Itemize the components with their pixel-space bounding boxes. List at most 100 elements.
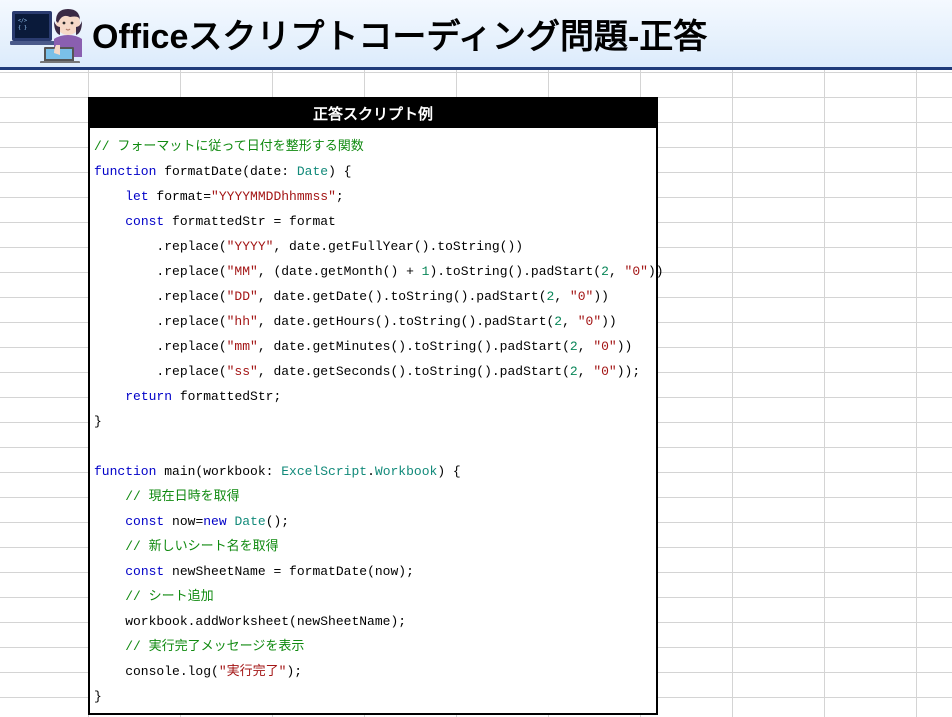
code-answer-panel: 正答スクリプト例 // フォーマットに従って日付を整形する関数 function … xyxy=(88,97,658,715)
code-line: // 実行完了メッセージを表示 xyxy=(94,634,652,659)
code-line: console.log("実行完了"); xyxy=(94,659,652,684)
code-token: "0" xyxy=(625,264,648,279)
code-token: 2 xyxy=(601,264,609,279)
code-token: , xyxy=(554,289,570,304)
code-token: now= xyxy=(164,514,203,529)
code-token: "実行完了" xyxy=(219,664,287,679)
code-line: .replace("hh", date.getHours().toString(… xyxy=(94,309,652,334)
code-token: "0" xyxy=(570,289,593,304)
code-token: Workbook xyxy=(375,464,437,479)
code-line: .replace("YYYY", date.getFullYear().toSt… xyxy=(94,234,652,259)
code-token: )) xyxy=(601,314,617,329)
avatar: </> { } xyxy=(10,5,88,63)
code-line: .replace("MM", (date.getMonth() + 1).toS… xyxy=(94,259,652,284)
code-token: formattedStr; xyxy=(172,389,281,404)
code-line: const formattedStr = format xyxy=(94,209,652,234)
code-token: )) xyxy=(648,264,664,279)
code-line: return formattedStr; xyxy=(94,384,652,409)
code-token: new xyxy=(203,514,226,529)
code-line: } xyxy=(94,409,652,434)
code-line: .replace("mm", date.getMinutes().toStrin… xyxy=(94,334,652,359)
code-token: main(workbook: xyxy=(156,464,281,479)
code-token: 2 xyxy=(554,314,562,329)
code-token: // 現在日時を取得 xyxy=(125,489,239,504)
code-token: .replace( xyxy=(94,239,227,254)
code-token xyxy=(94,489,125,504)
code-body: // フォーマットに従って日付を整形する関数 function formatDat… xyxy=(90,128,656,713)
code-token: , xyxy=(609,264,625,279)
code-token: "0" xyxy=(593,339,616,354)
code-token: .replace( xyxy=(94,289,227,304)
code-token: const xyxy=(125,514,164,529)
code-token xyxy=(94,439,102,454)
code-token: function xyxy=(94,464,156,479)
page-header: </> { } Officeスクリプトコーディング問題-正答 xyxy=(0,0,952,70)
code-token xyxy=(94,214,125,229)
code-token: const xyxy=(125,214,164,229)
code-token: "hh" xyxy=(227,314,258,329)
code-token: } xyxy=(94,414,102,429)
code-token: Date xyxy=(297,164,328,179)
code-line: const newSheetName = formatDate(now); xyxy=(94,559,652,584)
code-token: , date.getFullYear().toString()) xyxy=(273,239,523,254)
code-token xyxy=(94,389,125,404)
page-title: Officeスクリプトコーディング問題-正答 xyxy=(92,9,707,58)
code-token: // 新しいシート名を取得 xyxy=(125,539,278,554)
code-token: , date.getHours().toString().padStart( xyxy=(258,314,554,329)
code-line: let format="YYYYMMDDhhmmss"; xyxy=(94,184,652,209)
code-token: ; xyxy=(336,189,344,204)
code-token xyxy=(94,539,125,554)
code-token: "0" xyxy=(593,364,616,379)
code-line: .replace("ss", date.getSeconds().toStrin… xyxy=(94,359,652,384)
code-line: } xyxy=(94,684,652,709)
code-token: return xyxy=(125,389,172,404)
code-token: .replace( xyxy=(94,364,227,379)
code-line: // シート追加 xyxy=(94,584,652,609)
code-token: let xyxy=(125,189,148,204)
code-token: , date.getMinutes().toString().padStart( xyxy=(258,339,570,354)
code-token: ExcelScript xyxy=(281,464,367,479)
code-token: format= xyxy=(149,189,211,204)
code-token: formatDate(date: xyxy=(156,164,296,179)
code-token: const xyxy=(125,564,164,579)
code-token: .replace( xyxy=(94,339,227,354)
code-line: function main(workbook: ExcelScript.Work… xyxy=(94,459,652,484)
code-token: ) { xyxy=(437,464,460,479)
code-token xyxy=(94,189,125,204)
code-line: function formatDate(date: Date) { xyxy=(94,159,652,184)
code-token: ) { xyxy=(328,164,351,179)
code-line: // フォーマットに従って日付を整形する関数 xyxy=(94,134,652,159)
code-token: "MM" xyxy=(227,264,258,279)
code-token: , xyxy=(562,314,578,329)
code-token: 2 xyxy=(570,364,578,379)
code-token: . xyxy=(367,464,375,479)
code-token: function xyxy=(94,164,156,179)
code-token: )) xyxy=(593,289,609,304)
page-root: </> { } Officeスクリプトコーディング問題-正答 正答スクリプト例 … xyxy=(0,0,952,717)
code-token: "YYYYMMDDhhmmss" xyxy=(211,189,336,204)
code-token: // フォーマットに従って日付を整形する関数 xyxy=(94,139,364,154)
svg-text:{ }: { } xyxy=(18,25,27,31)
code-line: workbook.addWorksheet(newSheetName); xyxy=(94,609,652,634)
code-token: // シート追加 xyxy=(125,589,213,604)
code-line: const now=new Date(); xyxy=(94,509,652,534)
code-token: )) xyxy=(617,339,633,354)
svg-text:</>: </> xyxy=(18,18,27,24)
code-token: "mm" xyxy=(227,339,258,354)
code-token: newSheetName = formatDate(now); xyxy=(164,564,414,579)
code-token: workbook.addWorksheet(newSheetName); xyxy=(94,614,406,629)
code-token: , (date.getMonth() + xyxy=(258,264,422,279)
code-line: // 新しいシート名を取得 xyxy=(94,534,652,559)
code-token: console.log( xyxy=(94,664,219,679)
code-token: ); xyxy=(286,664,302,679)
code-token: ).toString().padStart( xyxy=(429,264,601,279)
code-token: formattedStr = format xyxy=(164,214,336,229)
code-token: "ss" xyxy=(227,364,258,379)
code-line: // 現在日時を取得 xyxy=(94,484,652,509)
code-token: 2 xyxy=(570,339,578,354)
code-token: .replace( xyxy=(94,314,227,329)
code-token xyxy=(94,564,125,579)
code-token: "YYYY" xyxy=(227,239,274,254)
code-token: , date.getDate().toString().padStart( xyxy=(258,289,547,304)
panel-title: 正答スクリプト例 xyxy=(90,99,656,128)
